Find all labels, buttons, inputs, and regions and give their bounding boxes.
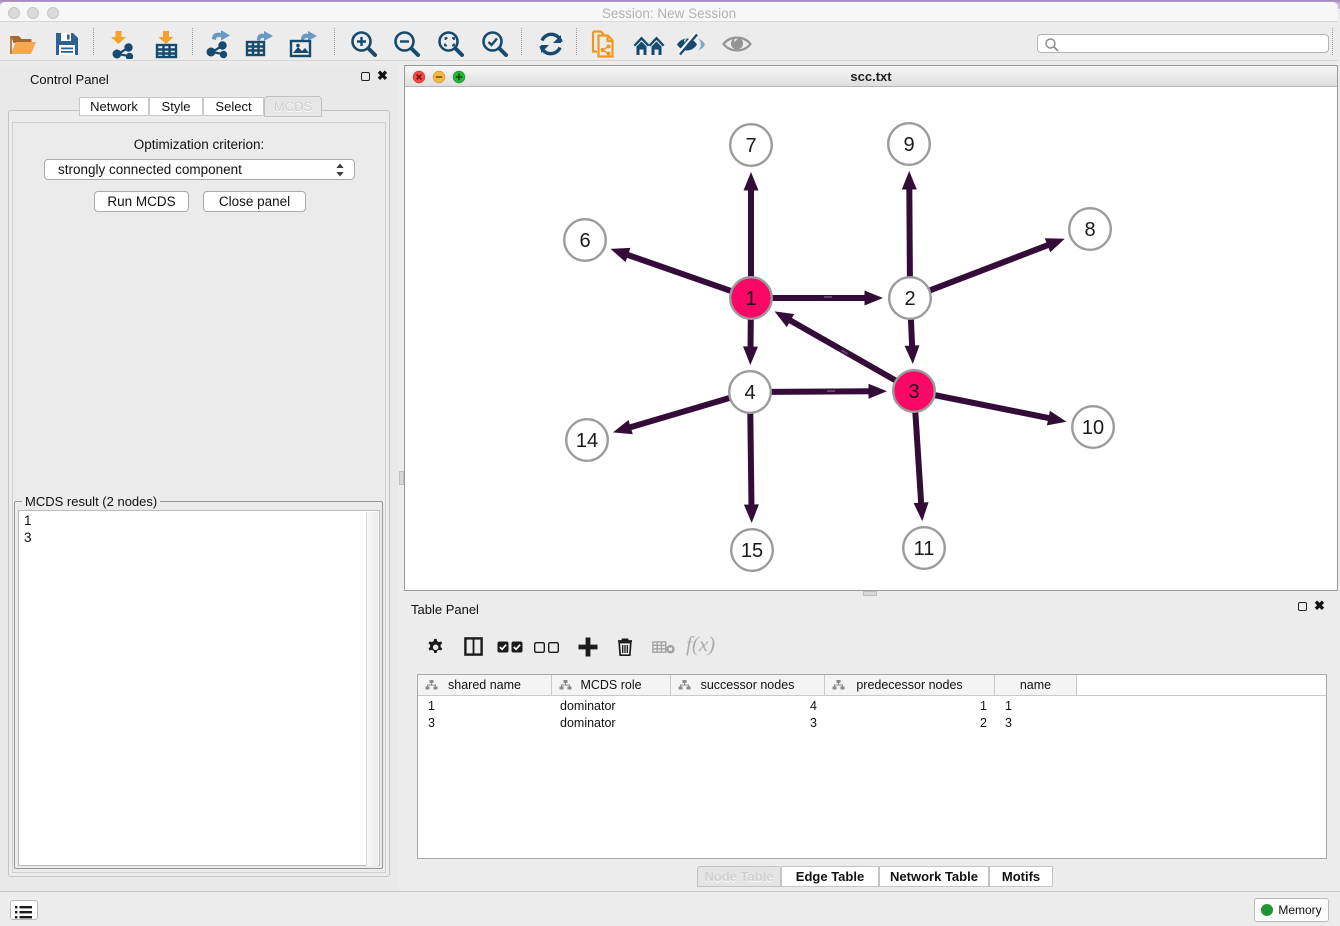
- svg-text:6: 6: [579, 230, 590, 252]
- svg-text:7: 7: [745, 135, 756, 157]
- svg-text:4: 4: [744, 382, 755, 404]
- svg-text:14: 14: [576, 430, 598, 452]
- svg-text:2: 2: [904, 288, 915, 310]
- svg-text:1: 1: [745, 288, 756, 310]
- svg-text:3: 3: [908, 381, 919, 403]
- svg-text:9: 9: [903, 134, 914, 156]
- svg-text:10: 10: [1082, 417, 1104, 439]
- svg-text:15: 15: [741, 540, 763, 562]
- svg-text:8: 8: [1084, 219, 1095, 241]
- svg-text:11: 11: [914, 538, 935, 560]
